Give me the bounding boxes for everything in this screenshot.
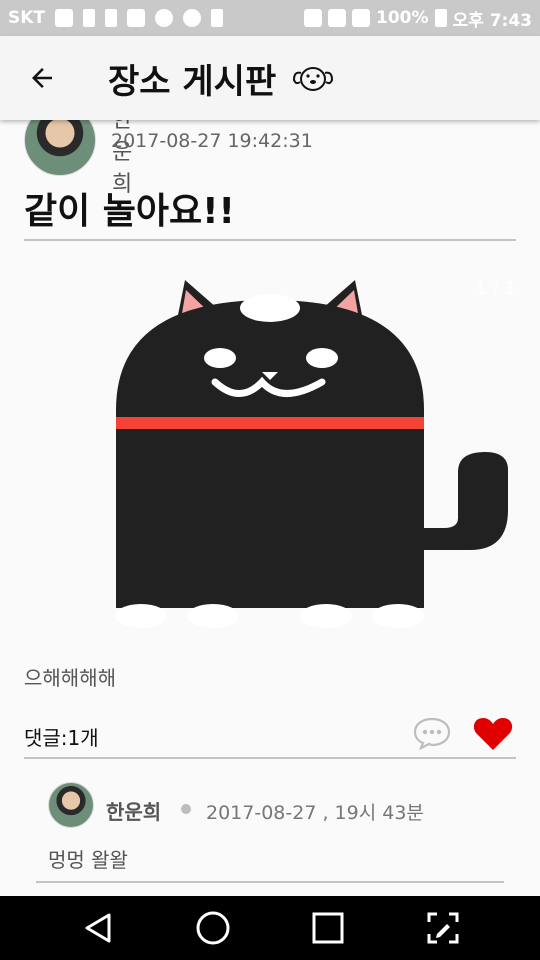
- planet-icon: [183, 9, 202, 27]
- storage-icon: [211, 9, 224, 27]
- cat-paw-4: [372, 604, 424, 628]
- post-timestamp: 2017-08-27 19:42:31: [111, 130, 313, 152]
- back-arrow-icon: [32, 68, 52, 88]
- cat-right-eye: [306, 348, 338, 368]
- app-bar: 장소 게시판: [0, 36, 540, 120]
- gallery-icon: [127, 9, 146, 27]
- signal-icon: [351, 9, 370, 27]
- post-image[interactable]: [0, 260, 540, 640]
- separator-dot: [181, 804, 191, 814]
- nav-screenshot-edit-button[interactable]: [411, 896, 475, 960]
- comment-count: 댓글:1개: [24, 726, 99, 750]
- sim-icon: [105, 9, 118, 27]
- wifi-icon: [303, 9, 322, 27]
- title-divider: [24, 239, 516, 241]
- carrier-label: SKT: [8, 8, 46, 28]
- navigation-bar: [0, 896, 540, 960]
- cat-paw-3: [300, 604, 352, 628]
- cat-leg-2: [188, 570, 239, 608]
- comment-text: 멍멍 왈왈: [48, 848, 128, 872]
- status-time: 오후 7:43: [452, 10, 532, 31]
- nav-recents-button[interactable]: [296, 896, 360, 960]
- heart-icon[interactable]: [472, 716, 514, 752]
- cat-paw-2: [187, 604, 239, 628]
- page-title: 장소 게시판: [108, 61, 277, 102]
- circle-icon: [155, 9, 174, 27]
- comment-icon[interactable]: [412, 716, 452, 750]
- cat-leg-1: [116, 570, 167, 608]
- comment-bottom-divider: [36, 881, 504, 883]
- dog-icon: [293, 67, 334, 91]
- comment-avatar[interactable]: [48, 782, 94, 828]
- post-content[interactable]: 한운희 2017-08-27 19:42:31 같이 놀아요!! 1 / 1 으…: [0, 120, 540, 896]
- status-bar: SKT 100% 오후 7:43: [0, 0, 540, 36]
- post-title: 같이 놀아요!!: [24, 191, 235, 232]
- cat-tail: [424, 452, 508, 550]
- nav-back-button[interactable]: [66, 896, 130, 960]
- post-author-row: 한운희 2017-08-27 19:42:31: [24, 120, 313, 197]
- usb-icon: [83, 9, 96, 27]
- cat-paw-1: [115, 604, 167, 628]
- cat-body: [116, 300, 424, 608]
- battery-percent: 100%: [375, 8, 429, 28]
- back-button[interactable]: [0, 36, 84, 120]
- nav-home-button[interactable]: [181, 896, 245, 960]
- cat-collar: [116, 417, 424, 429]
- cat-left-eye: [204, 348, 236, 368]
- circle-home-icon: [196, 911, 229, 945]
- cat-head-spot: [240, 294, 300, 322]
- comment-author: 한운희: [106, 800, 162, 824]
- battery-icon: [434, 9, 447, 27]
- cat-leg-3: [301, 570, 352, 608]
- comments-divider: [24, 757, 516, 759]
- post-body: 으해해해해: [24, 666, 116, 690]
- cat-leg-4: [373, 570, 424, 608]
- image-page-indicator: 1 / 1: [475, 278, 516, 299]
- lte-icon: [327, 9, 346, 27]
- avatar[interactable]: [24, 120, 96, 176]
- message-icon: [55, 9, 74, 27]
- square-recents-icon: [312, 912, 343, 944]
- comment-timestamp: 2017-08-27 , 19시 43분: [206, 802, 424, 824]
- screen-edit-icon: [427, 912, 458, 944]
- triangle-back-icon: [85, 913, 110, 943]
